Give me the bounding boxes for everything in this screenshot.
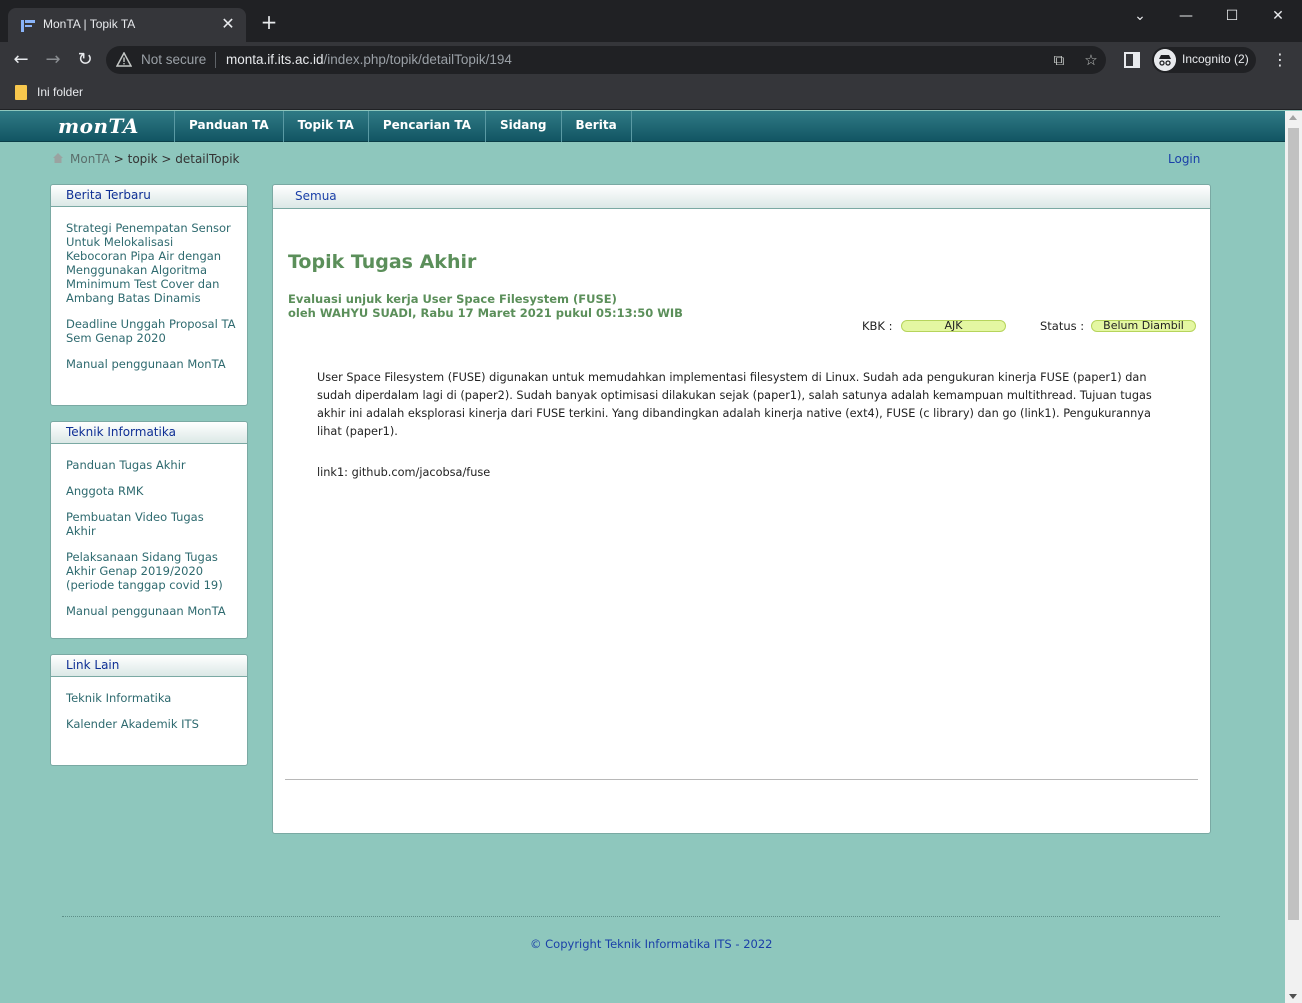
topic-title: Evaluasi unjuk kerja User Space Filesyst… — [288, 292, 617, 306]
sidebar-link[interactable]: Teknik Informatika — [66, 691, 237, 705]
nav-panduan-ta[interactable]: Panduan TA — [175, 111, 284, 142]
bookmarks-bar: Ini folder — [0, 78, 1302, 110]
main-menu: Panduan TA Topik TA Pencarian TA Sidang … — [174, 111, 632, 142]
forward-arrow-icon[interactable]: → — [41, 48, 65, 72]
sidebar-link[interactable]: Manual penggunaan MonTA — [66, 604, 237, 618]
bookmark-star-icon[interactable]: ☆ — [1081, 50, 1101, 70]
kbk-badge: AJK — [901, 320, 1006, 332]
window-close-icon[interactable]: ✕ — [1266, 6, 1290, 26]
topic-header: Evaluasi unjuk kerja User Space Filesyst… — [288, 292, 683, 320]
scroll-up-icon[interactable] — [1289, 115, 1297, 120]
scroll-down-icon[interactable] — [1289, 994, 1297, 999]
footer-divider — [62, 916, 1220, 917]
breadcrumb-root[interactable]: MonTA — [70, 152, 110, 166]
link-lain-panel: Link Lain Teknik Informatika Kalender Ak… — [50, 654, 248, 766]
tab-close-icon[interactable]: ✕ — [218, 14, 238, 34]
sidebar-link[interactable]: Pelaksanaan Sidang Tugas Akhir Genap 201… — [66, 550, 237, 592]
kbk-label: KBK : — [862, 319, 893, 333]
tab-search-icon[interactable]: ⌄ — [1128, 6, 1152, 26]
url-path: /index.php/topik/detailTopik/194 — [323, 52, 512, 67]
home-icon — [53, 153, 63, 163]
incognito-label: Incognito (2) — [1182, 52, 1249, 66]
content-tab-bar: Semua — [273, 185, 1210, 209]
warning-icon — [116, 52, 132, 67]
url-host: monta.if.its.ac.id — [226, 52, 324, 67]
maximize-icon[interactable]: ☐ — [1220, 6, 1244, 26]
back-arrow-icon[interactable]: ← — [9, 48, 33, 72]
topic-byline: oleh WAHYU SUADI, Rabu 17 Maret 2021 puk… — [288, 306, 683, 320]
berita-terbaru-panel: Berita Terbaru Strategi Penempatan Senso… — [50, 184, 248, 406]
incognito-icon — [1154, 49, 1176, 71]
nav-pencarian-ta[interactable]: Pencarian TA — [369, 111, 486, 142]
browser-tab-bar: MonTA | Topik TA ✕ + ⌄ — ☐ ✕ — [0, 0, 1302, 42]
status-badge: Belum Diambil — [1091, 320, 1196, 332]
copyright: © Copyright Teknik Informatika ITS - 202… — [530, 937, 773, 951]
news-link[interactable]: Strategi Penempatan Sensor Untuk Melokal… — [66, 221, 237, 305]
sidebar-link[interactable]: Panduan Tugas Akhir — [66, 458, 237, 472]
reload-icon[interactable]: ↻ — [73, 48, 97, 72]
breadcrumb-sep: > — [109, 152, 128, 166]
site-logo[interactable]: monTA — [58, 114, 139, 138]
nav-berita[interactable]: Berita — [562, 111, 632, 142]
bookmark-folder[interactable]: Ini folder — [37, 85, 83, 99]
sidebar-link[interactable]: Kalender Akademik ITS — [66, 717, 237, 731]
minimize-icon[interactable]: — — [1174, 6, 1198, 26]
sidebar-link[interactable]: Anggota RMK — [66, 484, 237, 498]
tab-semua[interactable]: Semua — [295, 189, 337, 203]
news-link[interactable]: Deadline Unggah Proposal TA Sem Genap 20… — [66, 317, 237, 345]
breadcrumb-sep: > — [157, 152, 176, 166]
browser-toolbar: ← → ↻ Not secure monta.if.its.ac.id/inde… — [0, 42, 1302, 78]
tab-title: MonTA | Topik TA — [43, 17, 136, 31]
page-scrollbar[interactable] — [1285, 111, 1302, 1003]
topic-description: User Space Filesystem (FUSE) digunakan u… — [317, 371, 1152, 438]
breadcrumb: MonTA > topik > detailTopik — [52, 152, 240, 166]
breadcrumb-current: detailTopik — [175, 152, 240, 166]
breadcrumb-topik[interactable]: topik — [128, 152, 158, 166]
topic-detail-panel: Semua Topik Tugas Akhir Evaluasi unjuk k… — [272, 184, 1211, 834]
login-link[interactable]: Login — [1168, 152, 1200, 166]
incognito-profile-button[interactable]: Incognito (2) — [1152, 47, 1256, 73]
topic-reference-link: link1: github.com/jacobsa/fuse — [317, 466, 491, 479]
folder-icon — [15, 85, 27, 100]
nav-sidang[interactable]: Sidang — [486, 111, 562, 142]
browser-menu-icon[interactable]: ⋮ — [1270, 48, 1290, 72]
new-tab-icon[interactable]: + — [258, 12, 280, 32]
omnibox-divider — [215, 52, 216, 68]
teknik-informatika-panel: Teknik Informatika Panduan Tugas Akhir A… — [50, 421, 248, 639]
page-favicon-icon — [21, 20, 35, 32]
page-title: Topik Tugas Akhir — [288, 251, 477, 273]
security-label[interactable]: Not secure — [141, 52, 206, 67]
sidebar-link[interactable]: Pembuatan Video Tugas Akhir — [66, 510, 237, 538]
status-label: Status : — [1040, 319, 1085, 333]
browser-tab-active[interactable]: MonTA | Topik TA ✕ — [8, 8, 246, 42]
divider — [285, 779, 1198, 780]
panel-title: Teknik Informatika — [51, 422, 247, 444]
site-navbar: monTA Panduan TA Topik TA Pencarian TA S… — [0, 111, 1285, 142]
panel-title: Berita Terbaru — [51, 185, 247, 207]
url-text[interactable]: monta.if.its.ac.id/index.php/topik/detai… — [226, 52, 512, 67]
news-link[interactable]: Manual penggunaan MonTA — [66, 357, 237, 371]
translate-icon[interactable]: ⧉ — [1049, 50, 1069, 70]
nav-topik-ta[interactable]: Topik TA — [284, 111, 369, 142]
address-bar[interactable]: Not secure monta.if.its.ac.id/index.php/… — [106, 46, 1106, 74]
scroll-thumb[interactable] — [1288, 128, 1299, 920]
side-panel-icon[interactable] — [1122, 50, 1142, 70]
panel-title: Link Lain — [51, 655, 247, 677]
